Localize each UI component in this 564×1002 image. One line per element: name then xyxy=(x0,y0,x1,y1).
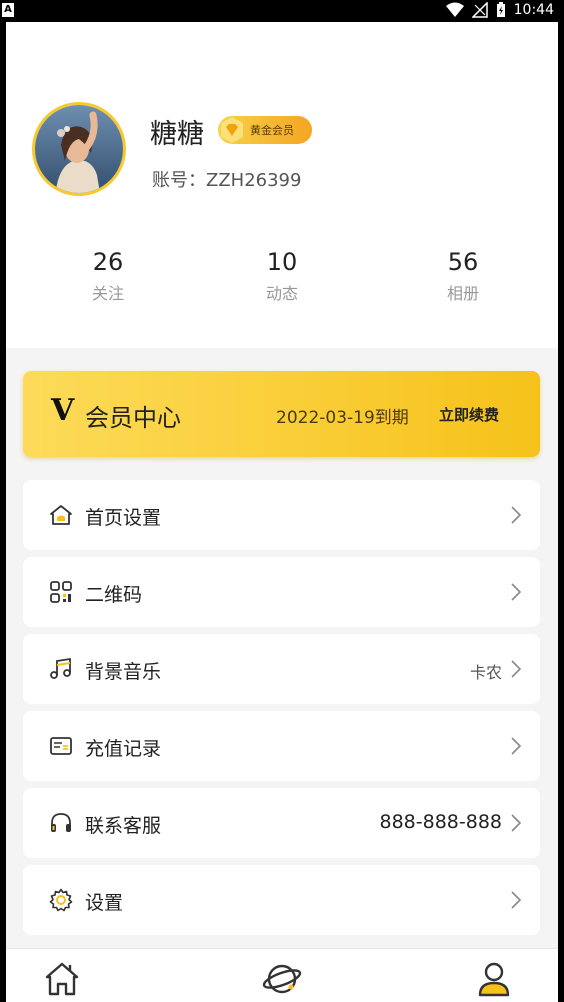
username: 糖糖 xyxy=(150,119,204,150)
vip-logo: V xyxy=(51,393,75,428)
account-id: 账号：ZZH26399 xyxy=(152,170,302,191)
renew-button[interactable]: 立即续费 xyxy=(439,404,499,425)
chevron-right-icon xyxy=(511,583,522,601)
stat-following[interactable]: 26 关注 xyxy=(48,248,168,304)
stat-posts[interactable]: 10 动态 xyxy=(222,248,342,304)
headset-icon xyxy=(51,813,71,832)
clock: 10:44 xyxy=(513,2,554,18)
stat-albums[interactable]: 56 相册 xyxy=(403,248,523,304)
status-icons: 10:44 xyxy=(445,2,554,18)
signal-icon xyxy=(471,2,488,18)
menu-label: 设置 xyxy=(85,892,124,914)
chevron-right-icon xyxy=(511,891,522,909)
stat-label: 相册 xyxy=(446,284,479,303)
menu-label: 背景音乐 xyxy=(85,661,162,683)
bottom-tab-bar xyxy=(6,948,558,1002)
discover-planet-icon[interactable] xyxy=(262,959,302,999)
menu-item-recharge-records[interactable]: 充值记录 xyxy=(23,711,540,781)
menu-label: 首页设置 xyxy=(85,507,162,529)
stat-label: 关注 xyxy=(91,284,124,303)
menu-item-customer-service[interactable]: 联系客服 888-888-888 xyxy=(23,788,540,858)
menu-item-home-settings[interactable]: 首页设置 xyxy=(23,480,540,550)
chevron-right-icon xyxy=(511,814,522,832)
menu-label: 二维码 xyxy=(85,584,143,606)
stat-value: 56 xyxy=(447,248,479,276)
profile-screen: 糖糖 黄金会员 账号：ZZH26399 26 关注 10 动态 56 相册 V … xyxy=(6,22,558,1002)
badge-label: 黄金会员 xyxy=(250,124,294,137)
gold-member-badge: 黄金会员 xyxy=(218,116,312,144)
profile-tab-icon[interactable] xyxy=(474,959,514,999)
recharge-record-icon xyxy=(50,737,72,755)
home-tab-icon[interactable] xyxy=(42,959,82,999)
avatar[interactable] xyxy=(32,102,126,196)
profile-header: 糖糖 黄金会员 账号：ZZH26399 26 关注 10 动态 56 相册 xyxy=(6,22,558,348)
diamond-icon xyxy=(221,117,243,143)
chevron-right-icon xyxy=(511,506,522,524)
battery-icon xyxy=(496,2,505,17)
gear-icon xyxy=(49,888,73,912)
wifi-icon xyxy=(445,2,464,17)
vip-expiry-date: 2022-03-19到期 xyxy=(276,408,409,428)
qrcode-icon xyxy=(50,581,72,603)
service-phone-value: 888-888-888 xyxy=(379,811,502,833)
chevron-right-icon xyxy=(511,660,522,678)
chevron-right-icon xyxy=(511,737,522,755)
stat-value: 10 xyxy=(266,248,298,276)
menu-label: 充值记录 xyxy=(85,738,162,760)
menu-item-background-music[interactable]: 背景音乐 卡农 xyxy=(23,634,540,704)
status-bar: A 10:44 xyxy=(0,0,564,22)
vip-title: 会员中心 xyxy=(85,404,181,432)
home-settings-icon xyxy=(50,505,72,525)
menu-label: 联系客服 xyxy=(85,815,162,837)
menu-item-qrcode[interactable]: 二维码 xyxy=(23,557,540,627)
avatar-photo xyxy=(35,105,123,193)
menu-item-settings[interactable]: 设置 xyxy=(23,865,540,935)
stat-value: 26 xyxy=(92,248,124,276)
vip-center-banner[interactable]: V 会员中心 2022-03-19到期 立即续费 xyxy=(23,371,540,457)
music-icon xyxy=(50,657,71,679)
stat-label: 动态 xyxy=(265,284,298,303)
notification-icon: A xyxy=(2,3,14,17)
current-music-value: 卡农 xyxy=(469,663,502,682)
